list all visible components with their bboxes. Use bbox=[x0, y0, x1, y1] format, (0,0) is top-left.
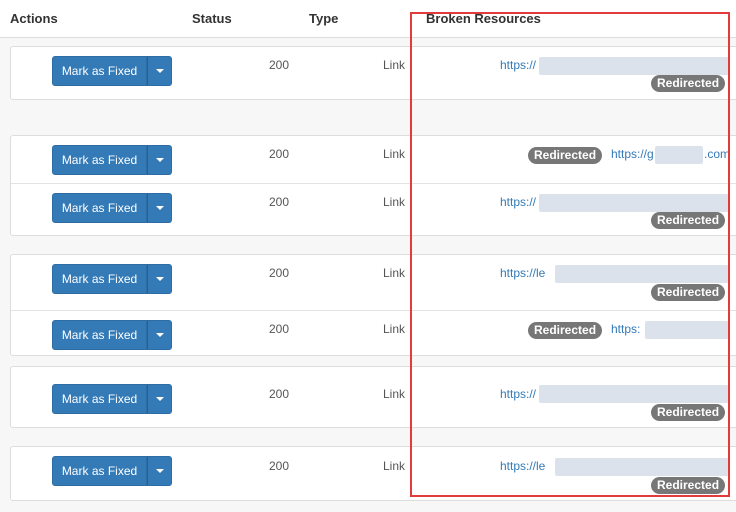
resource-group: Mark as Fixed 200 Link https://le Redire… bbox=[10, 254, 736, 356]
resource-type: Link bbox=[383, 266, 406, 280]
broken-resource-link[interactable]: https:// bbox=[500, 195, 536, 209]
broken-resource-link[interactable]: https://le bbox=[500, 266, 545, 280]
redirected-badge: Redirected bbox=[528, 147, 603, 164]
mark-fixed-button[interactable]: Mark as Fixed bbox=[52, 320, 147, 350]
caret-down-icon bbox=[155, 69, 164, 73]
mark-fixed-split-button: Mark as Fixed bbox=[52, 320, 172, 350]
resource-group: Mark as Fixed 200 Link https:// Redirect… bbox=[10, 366, 736, 428]
status-code: 200 bbox=[268, 58, 289, 72]
mark-fixed-dropdown-toggle[interactable] bbox=[147, 384, 172, 414]
status-code: 200 bbox=[268, 195, 289, 209]
resource-group: Mark as Fixed 200 Link Redirected https:… bbox=[10, 135, 736, 236]
mark-fixed-button[interactable]: Mark as Fixed bbox=[52, 145, 147, 175]
column-header-type: Type bbox=[309, 11, 339, 26]
mark-fixed-split-button: Mark as Fixed bbox=[52, 145, 172, 175]
mark-fixed-split-button: Mark as Fixed bbox=[52, 264, 172, 294]
redirected-badge: Redirected bbox=[651, 477, 726, 494]
mark-fixed-button[interactable]: Mark as Fixed bbox=[52, 264, 147, 294]
caret-down-icon bbox=[155, 333, 164, 337]
redirected-badge: Redirected bbox=[651, 212, 726, 229]
column-header-broken-resources: Broken Resources bbox=[426, 11, 541, 26]
status-code: 200 bbox=[268, 387, 289, 401]
caret-down-icon bbox=[155, 397, 164, 401]
mark-fixed-button[interactable]: Mark as Fixed bbox=[52, 193, 147, 223]
mark-fixed-dropdown-toggle[interactable] bbox=[147, 264, 172, 294]
mark-fixed-dropdown-toggle[interactable] bbox=[147, 56, 172, 86]
mark-fixed-dropdown-toggle[interactable] bbox=[147, 193, 172, 223]
status-code: 200 bbox=[268, 147, 289, 161]
table-row: Mark as Fixed 200 Link https:// Redirect… bbox=[11, 367, 736, 429]
mark-fixed-dropdown-toggle[interactable] bbox=[147, 320, 172, 350]
table-row: Mark as Fixed 200 Link https:// Redirect… bbox=[11, 47, 736, 101]
caret-down-icon bbox=[155, 158, 164, 162]
broken-resource-link-tail: .com bbox=[704, 147, 731, 161]
resource-type: Link bbox=[383, 147, 406, 161]
mark-fixed-split-button: Mark as Fixed bbox=[52, 56, 172, 86]
status-code: 200 bbox=[268, 322, 289, 336]
caret-down-icon bbox=[155, 206, 164, 210]
table-row: Mark as Fixed 200 Link Redirected https: bbox=[11, 310, 736, 358]
table-row: Mark as Fixed 200 Link https://le Redire… bbox=[11, 255, 736, 310]
resource-type: Link bbox=[383, 322, 406, 336]
broken-resource-link[interactable]: https: bbox=[611, 322, 640, 336]
broken-resource-link[interactable]: https:// bbox=[500, 58, 536, 72]
resource-group: Mark as Fixed 200 Link https:// Redirect… bbox=[10, 46, 736, 100]
redacted-url bbox=[645, 321, 729, 339]
column-header-actions: Actions bbox=[10, 11, 58, 26]
redacted-url bbox=[539, 57, 729, 75]
resource-type: Link bbox=[383, 387, 406, 401]
broken-resource-link[interactable]: https:// bbox=[500, 387, 536, 401]
redirected-badge: Redirected bbox=[651, 284, 726, 301]
caret-down-icon bbox=[155, 277, 164, 281]
redirected-badge: Redirected bbox=[651, 75, 726, 92]
table-header: Actions Status Type Broken Resources bbox=[0, 0, 736, 38]
table-row: Mark as Fixed 200 Link https:// Redirect… bbox=[11, 183, 736, 238]
redacted-url bbox=[539, 194, 729, 212]
resource-type: Link bbox=[383, 58, 406, 72]
mark-fixed-button[interactable]: Mark as Fixed bbox=[52, 56, 147, 86]
mark-fixed-split-button: Mark as Fixed bbox=[52, 384, 172, 414]
mark-fixed-dropdown-toggle[interactable] bbox=[147, 456, 172, 486]
mark-fixed-button[interactable]: Mark as Fixed bbox=[52, 384, 147, 414]
redacted-url bbox=[655, 146, 703, 164]
table-row: Mark as Fixed 200 Link https://le Redire… bbox=[11, 447, 736, 502]
status-code: 200 bbox=[268, 459, 289, 473]
resource-type: Link bbox=[383, 459, 406, 473]
mark-fixed-split-button: Mark as Fixed bbox=[52, 456, 172, 486]
resource-group: Mark as Fixed 200 Link https://le Redire… bbox=[10, 446, 736, 501]
resource-type: Link bbox=[383, 195, 406, 209]
table-row: Mark as Fixed 200 Link Redirected https:… bbox=[11, 136, 736, 183]
redirected-badge: Redirected bbox=[528, 322, 603, 339]
redacted-url bbox=[555, 265, 729, 283]
broken-resource-link[interactable]: https://g bbox=[611, 147, 654, 161]
mark-fixed-split-button: Mark as Fixed bbox=[52, 193, 172, 223]
redacted-url bbox=[539, 385, 729, 403]
redacted-url bbox=[555, 458, 729, 476]
column-header-status: Status bbox=[192, 11, 232, 26]
caret-down-icon bbox=[155, 469, 164, 473]
broken-resource-link[interactable]: https://le bbox=[500, 459, 545, 473]
redirected-badge: Redirected bbox=[651, 404, 726, 421]
status-code: 200 bbox=[268, 266, 289, 280]
mark-fixed-dropdown-toggle[interactable] bbox=[147, 145, 172, 175]
mark-fixed-button[interactable]: Mark as Fixed bbox=[52, 456, 147, 486]
